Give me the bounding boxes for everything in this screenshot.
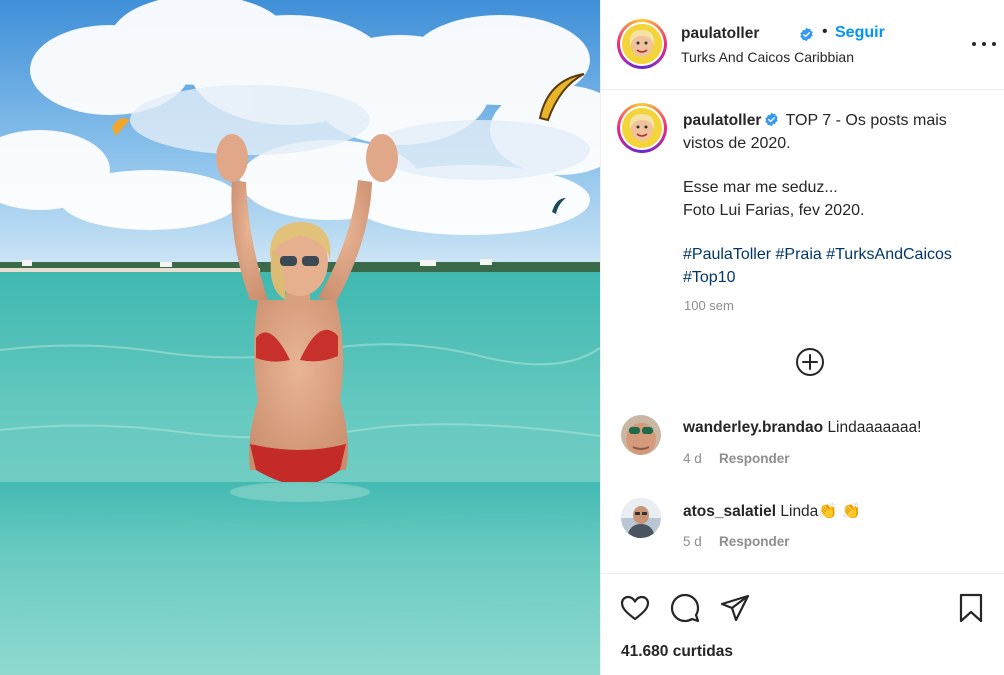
comment-timestamp[interactable]: 4 d xyxy=(683,451,702,466)
post-photo[interactable] xyxy=(0,0,600,675)
comment-1-text: wanderley.brandao Lindaaaaaaa! xyxy=(683,419,921,437)
caption-line-3: Foto Lui Farias, fev 2020. xyxy=(683,201,865,219)
bookmark-icon[interactable] xyxy=(955,592,987,624)
hashtag-link[interactable]: #PaulaToller xyxy=(683,246,771,263)
caption-hashtags: #PaulaToller #Praia #TurksAndCaicos #Top… xyxy=(683,244,983,289)
hashtag-link[interactable]: #Top10 xyxy=(683,269,736,286)
comment-2-text: atos_salatiel Linda👏 👏 xyxy=(683,502,861,521)
comment-timestamp[interactable]: 5 d xyxy=(683,534,702,549)
comment-username[interactable]: atos_salatiel xyxy=(683,503,776,520)
caption-author-avatar[interactable] xyxy=(617,103,667,153)
reply-button[interactable]: Responder xyxy=(719,534,790,549)
author-avatar[interactable] xyxy=(617,19,667,69)
reply-button[interactable]: Responder xyxy=(719,451,790,466)
paper-plane-icon[interactable] xyxy=(719,592,751,624)
follow-button[interactable]: Seguir xyxy=(835,24,885,42)
author-avatar-image xyxy=(622,24,662,64)
more-options-icon[interactable] xyxy=(970,33,998,53)
author-username[interactable]: paulatoller xyxy=(681,25,759,43)
verified-badge-icon xyxy=(765,112,779,127)
plus-circle-icon[interactable] xyxy=(795,347,825,377)
post-actions-bar: 41.680 curtidas xyxy=(601,573,1004,675)
hashtag-link[interactable]: #TurksAndCaicos xyxy=(826,246,952,263)
caption-line-2: Esse mar me seduz... xyxy=(683,179,838,196)
post-location[interactable]: Turks And Caicos Caribbian xyxy=(681,49,854,65)
caption-username[interactable]: paulatoller xyxy=(683,112,761,129)
post-caption: paulatoller TOP 7 - Os posts mais vistos… xyxy=(683,110,983,289)
post-header: paulatoller • Seguir Turks And Caicos Ca… xyxy=(601,0,1004,90)
comment-username[interactable]: wanderley.brandao xyxy=(683,419,823,436)
comment-body: Lindaaaaaaa! xyxy=(827,419,922,436)
caption-avatar-image xyxy=(622,108,662,148)
post-modal: paulatoller • Seguir Turks And Caicos Ca… xyxy=(0,0,1004,675)
likes-count[interactable]: 41.680 curtidas xyxy=(621,643,733,661)
commenter-avatar[interactable] xyxy=(621,498,661,538)
beach-photo-image xyxy=(0,0,600,675)
separator-dot: • xyxy=(822,23,828,40)
post-details-panel: paulatoller • Seguir Turks And Caicos Ca… xyxy=(600,0,1004,675)
heart-icon[interactable] xyxy=(619,592,651,624)
hashtag-link[interactable]: #Praia xyxy=(776,246,822,263)
comment-body: Linda👏 👏 xyxy=(780,503,862,520)
caption-timestamp[interactable]: 100 sem xyxy=(684,298,734,313)
commenter-avatar[interactable] xyxy=(621,415,661,455)
comment-bubble-icon[interactable] xyxy=(669,592,701,624)
verified-badge-icon xyxy=(800,27,813,42)
